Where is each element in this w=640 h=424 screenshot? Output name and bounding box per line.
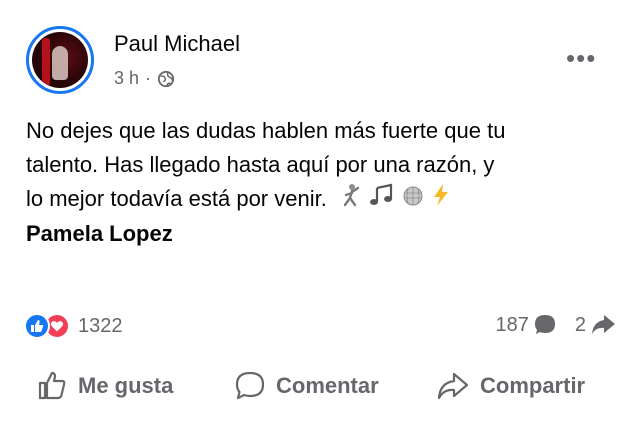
lightning-icon [434,184,449,207]
thumbs-up-icon [38,371,66,400]
comment-icon [235,371,265,400]
comment-button-label: Comentar [276,373,379,398]
like-button[interactable]: Me gusta [36,370,173,402]
comments-count: 187 [495,313,529,336]
like-reaction-icon [24,313,50,339]
share-button-label: Compartir [480,373,586,398]
disco-ball-icon [403,186,423,206]
post-text-line: No dejes que las dudas hablen más fuerte… [26,118,506,143]
comments-stat[interactable]: 187 [496,313,557,337]
reactions-count: 1322 [78,314,123,337]
share-button[interactable]: Compartir [436,370,585,402]
avatar[interactable] [26,26,94,94]
comment-bubble-icon [534,315,555,334]
meta-separator: · [145,68,152,88]
post-time[interactable]: 3 h [114,68,139,89]
dancer-icon [343,184,360,207]
post-text-line: lo mejor todavía está por venir. [26,182,626,217]
engagement-stats: 187 2 [496,313,617,337]
action-bar: Me gusta Comentar Compartir [0,362,640,410]
more-options-icon[interactable]: ••• [566,45,596,71]
globe-icon[interactable] [157,70,175,88]
comment-button[interactable]: Comentar [234,370,379,402]
like-button-label: Me gusta [78,373,174,398]
music-notes-icon [370,183,393,206]
share-arrow-icon [592,315,615,334]
reactions-summary[interactable]: 1322 [24,313,123,339]
emoji-group [341,183,451,217]
shares-stat[interactable]: 2 [575,313,616,337]
post-text: No dejes que las dudas hablen más fuerte… [26,114,626,251]
author-name[interactable]: Paul Michael [114,31,240,57]
post-meta: 3 h · [114,68,175,89]
post-text-line-end: lo mejor todavía está por venir. [26,186,327,211]
mention-link[interactable]: Pamela Lopez [26,217,626,251]
avatar-image [32,32,88,88]
shares-count: 2 [574,313,586,336]
post-text-line: talento. Has llegado hasta aquí por una … [26,152,495,177]
share-icon [437,372,469,400]
